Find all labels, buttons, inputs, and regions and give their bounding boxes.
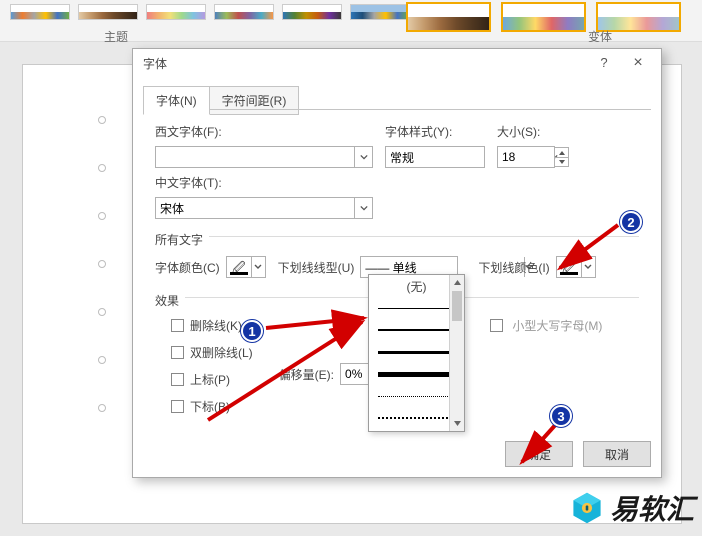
- variant-swatch[interactable]: [406, 2, 491, 32]
- cancel-button[interactable]: 取消: [583, 441, 651, 467]
- chevron-down-icon[interactable]: [354, 147, 372, 167]
- underline-style-dropdown[interactable]: (无): [368, 274, 465, 432]
- size-input[interactable]: [498, 147, 661, 167]
- style-combo[interactable]: [385, 146, 485, 168]
- dialog-buttons: 确定 取消: [505, 441, 651, 467]
- watermark: 易软汇: [570, 488, 694, 528]
- chevron-down-icon[interactable]: [581, 257, 595, 277]
- effects-label: 效果: [155, 292, 179, 309]
- slide-bullets: [98, 116, 110, 452]
- latin-font-combo[interactable]: [155, 146, 373, 168]
- theme-swatch[interactable]: [282, 4, 342, 20]
- smallcaps-checkbox[interactable]: 小型大写字母(M): [490, 317, 602, 334]
- theme-swatch[interactable]: [214, 4, 274, 20]
- watermark-logo-icon: [570, 491, 604, 525]
- double-strike-checkbox[interactable]: 双删除线(L): [171, 344, 253, 361]
- tab-font[interactable]: 字体(N): [143, 86, 210, 115]
- style-label: 字体样式(Y):: [385, 123, 497, 140]
- font-color-button[interactable]: 🖉: [226, 256, 266, 278]
- asian-font-combo[interactable]: [155, 197, 373, 219]
- font-dialog: 字体 ? × 字体(N) 字符间距(R) 西文字体(F): 字体样式(Y): 大…: [132, 48, 662, 478]
- chevron-down-icon[interactable]: [354, 198, 372, 218]
- dialog-titlebar: 字体 ? ×: [133, 49, 661, 77]
- spin-down-icon[interactable]: [555, 157, 569, 167]
- superscript-checkbox[interactable]: 上标(P): [171, 371, 253, 388]
- divider: [209, 236, 639, 237]
- close-button[interactable]: ×: [621, 52, 655, 74]
- size-label: 大小(S):: [497, 123, 540, 140]
- size-spinner[interactable]: [555, 147, 569, 167]
- dialog-title: 字体: [143, 55, 587, 72]
- scroll-up-icon[interactable]: [450, 275, 464, 290]
- chevron-down-icon[interactable]: [251, 257, 265, 277]
- font-color-label: 字体颜色(C): [155, 259, 220, 276]
- theme-swatch[interactable]: [146, 4, 206, 20]
- subscript-checkbox[interactable]: 下标(B): [171, 398, 253, 415]
- scroll-down-icon[interactable]: [450, 416, 464, 431]
- ribbon: 主题 变体: [0, 0, 702, 42]
- scrollbar-thumb[interactable]: [452, 291, 462, 321]
- annotation-badge-1: 1: [241, 320, 263, 342]
- watermark-text: 易软汇: [610, 488, 694, 528]
- dropdown-scrollbar[interactable]: [449, 275, 464, 431]
- underline-color-button[interactable]: 🖉: [556, 256, 596, 278]
- size-combo[interactable]: [497, 146, 555, 168]
- theme-swatch[interactable]: [10, 4, 70, 20]
- variant-swatch[interactable]: [501, 2, 586, 32]
- help-button[interactable]: ?: [587, 52, 621, 74]
- theme-swatch[interactable]: [78, 4, 138, 20]
- latin-font-label: 西文字体(F):: [155, 123, 385, 140]
- asian-font-input[interactable]: [156, 198, 354, 218]
- annotation-badge-3: 3: [550, 405, 572, 427]
- underline-style-label: 下划线线型(U): [278, 259, 355, 276]
- all-text-label: 所有文字: [155, 231, 203, 248]
- asian-font-label: 中文字体(T):: [155, 174, 222, 191]
- latin-font-input[interactable]: [156, 147, 354, 167]
- annotation-badge-2: 2: [620, 211, 642, 233]
- theme-swatch[interactable]: [350, 4, 410, 20]
- underline-color-label: 下划线颜色(I): [478, 259, 549, 276]
- spin-up-icon[interactable]: [555, 147, 569, 157]
- offset-label: 偏移量(E):: [279, 366, 334, 383]
- ok-button[interactable]: 确定: [505, 441, 573, 467]
